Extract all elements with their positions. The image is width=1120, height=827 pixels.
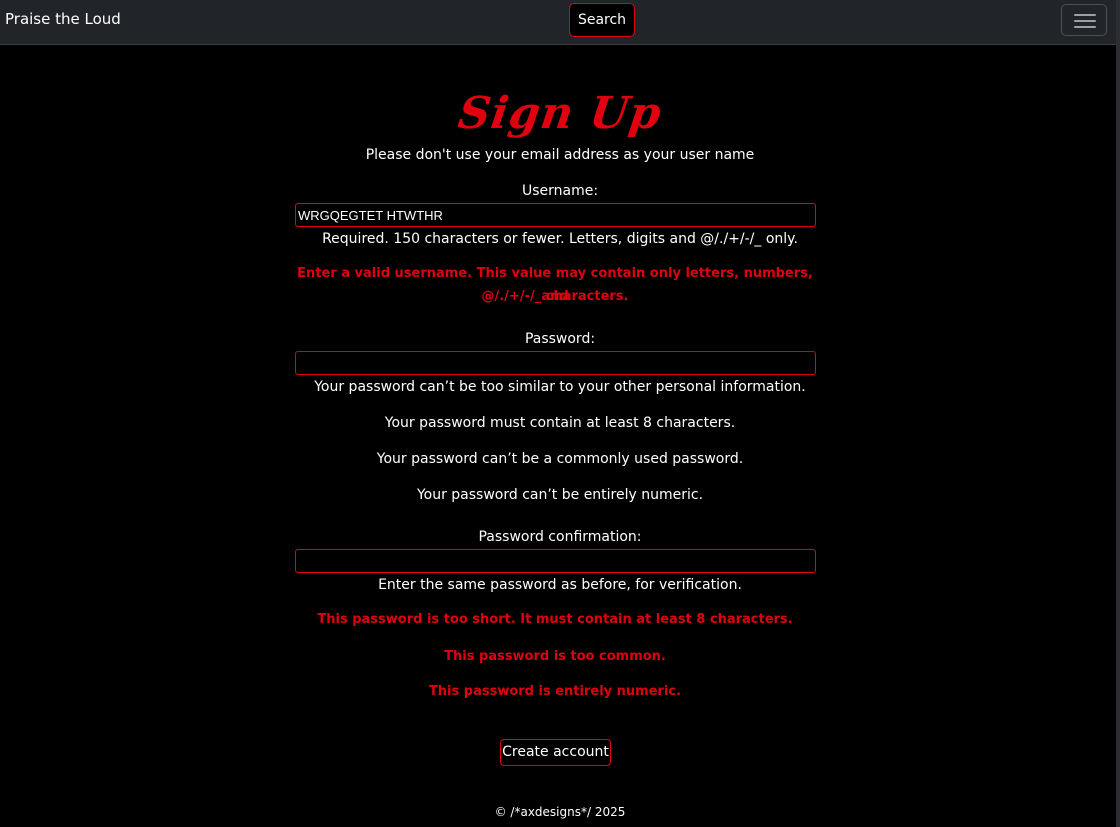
footer-copyright: © /*axdesigns*/ 2025 [494,805,626,819]
password-confirmation-input[interactable] [295,549,816,573]
password-confirmation-label: Password confirmation: [478,529,642,545]
password-error-too-common: This password is too common. [444,649,666,664]
navbar-toggler-button[interactable] [1061,4,1107,36]
password-label: Password: [524,331,596,347]
brand-link[interactable]: Praise the Loud [5,10,121,28]
username-error-line-2: @/./+/-/_ characters. [481,289,629,304]
username-help-text: Required. 150 characters or fewer. Lette… [322,231,798,247]
username-label: Username: [521,183,599,199]
password-error-too-short: This password is too short. It must cont… [317,612,793,627]
intro-text: Please don't use your email address as y… [365,147,755,163]
password-error-numeric: This password is entirely numeric. [428,684,682,699]
create-account-button[interactable]: Create account [500,739,611,766]
password-help-similar: Your password can’t be too similar to yo… [314,379,806,395]
password-help-common: Your password can’t be a commonly used p… [376,451,744,467]
password-help-length: Your password must contain at least 8 ch… [384,415,736,431]
page-title: Sign Up [455,88,665,139]
password-input[interactable] [295,351,816,375]
password-help-numeric: Your password can’t be entirely numeric. [416,487,704,503]
search-button[interactable]: Search [569,3,635,37]
username-input[interactable] [295,203,816,227]
navbar: Praise the Loud Search [0,0,1120,45]
password-confirmation-help-text: Enter the same password as before, for v… [378,577,742,593]
